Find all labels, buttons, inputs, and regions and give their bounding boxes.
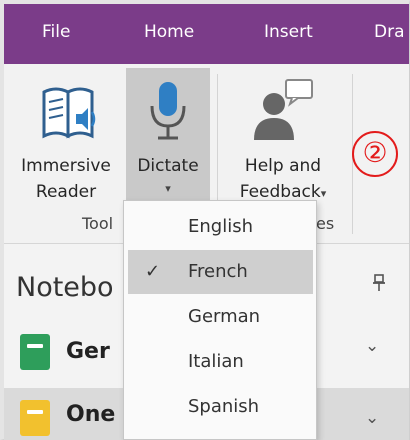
menu-item-label: Italian (188, 351, 244, 372)
chevron-down-icon[interactable]: ⌄ (365, 408, 379, 428)
help-feedback-label-text: Feedback (239, 182, 321, 202)
notebook-name: Ger (66, 339, 110, 364)
checkmark-icon: ✓ (145, 261, 161, 282)
menu-item-label: Spanish (188, 396, 260, 417)
help-feedback-label-1: Help and (244, 156, 322, 176)
tab-insert[interactable]: Insert (264, 22, 313, 42)
tab-home[interactable]: Home (144, 22, 194, 42)
notebook-name: One (66, 402, 116, 427)
help-feedback-caret[interactable]: ▾ (321, 187, 327, 200)
person-speech-icon (252, 78, 316, 148)
chevron-down-icon[interactable]: ⌄ (365, 336, 379, 356)
dictate-dropdown-caret[interactable]: ▾ (126, 182, 210, 195)
menu-item-label: English (188, 216, 253, 237)
immersive-reader-label-2: Reader (35, 182, 97, 202)
menu-item-italian[interactable]: Italian (128, 340, 313, 384)
book-speaker-icon (40, 84, 102, 146)
immersive-reader-button[interactable]: Immersive Reader (8, 72, 124, 212)
immersive-reader-label-1: Immersive (21, 156, 111, 176)
menu-item-english[interactable]: English (128, 205, 313, 249)
menu-item-german[interactable]: German (128, 295, 313, 339)
tab-file[interactable]: File (42, 22, 70, 42)
menu-item-label: French (188, 261, 248, 282)
notebook-green-icon (20, 334, 50, 370)
dictate-language-menu: English ✓ French German Italian Spanish (123, 200, 317, 440)
menu-item-label: German (188, 306, 261, 327)
group-label-right: es (316, 214, 335, 233)
pin-icon[interactable] (372, 274, 386, 297)
dictate-button[interactable]: Dictate ▾ (126, 68, 210, 218)
help-feedback-button[interactable]: Help and Feedback▾ (224, 72, 342, 212)
menu-item-french[interactable]: ✓ French (128, 250, 313, 294)
notebooks-title: Notebo (16, 272, 114, 303)
group-label-tools: Tool (82, 214, 114, 233)
tab-draw[interactable]: Dra (374, 22, 405, 42)
menu-item-spanish[interactable]: Spanish (128, 385, 313, 429)
notebook-yellow-icon (20, 400, 50, 436)
dictate-label: Dictate (137, 156, 199, 176)
ribbon-tab-bar: File Home Insert Dra (4, 4, 409, 64)
microphone-icon (148, 80, 188, 148)
annotation-marker: ② (352, 131, 398, 177)
